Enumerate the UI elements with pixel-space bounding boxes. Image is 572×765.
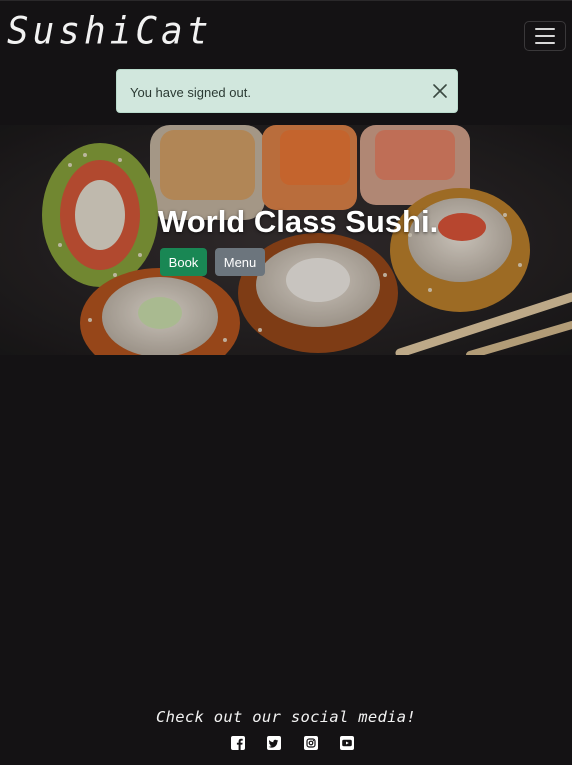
book-button[interactable]: Book	[160, 248, 207, 276]
facebook-link[interactable]	[231, 736, 245, 750]
alert-message: You have signed out.	[130, 85, 251, 100]
hero-banner: World Class Sushi. Book Menu	[0, 125, 572, 355]
hero-title: World Class Sushi.	[158, 204, 439, 239]
twitter-icon	[267, 736, 281, 750]
signed-out-alert: You have signed out.	[116, 69, 458, 113]
instagram-link[interactable]	[304, 736, 318, 750]
sushi-hero-image	[0, 125, 572, 355]
brand-logo[interactable]: SushiCat	[7, 10, 212, 53]
instagram-icon	[304, 736, 318, 750]
footer: Check out our social media!	[0, 700, 572, 765]
youtube-icon	[340, 736, 354, 750]
social-media-text: Check out our social media!	[155, 708, 417, 726]
navbar-toggle-button[interactable]	[524, 21, 566, 51]
menu-button[interactable]: Menu	[215, 248, 265, 276]
facebook-icon	[231, 736, 245, 750]
alert-close-button[interactable]	[427, 78, 453, 104]
youtube-link[interactable]	[340, 736, 354, 750]
hamburger-icon	[535, 28, 555, 44]
close-icon	[433, 84, 447, 98]
navbar: SushiCat	[0, 0, 572, 68]
twitter-link[interactable]	[267, 736, 281, 750]
